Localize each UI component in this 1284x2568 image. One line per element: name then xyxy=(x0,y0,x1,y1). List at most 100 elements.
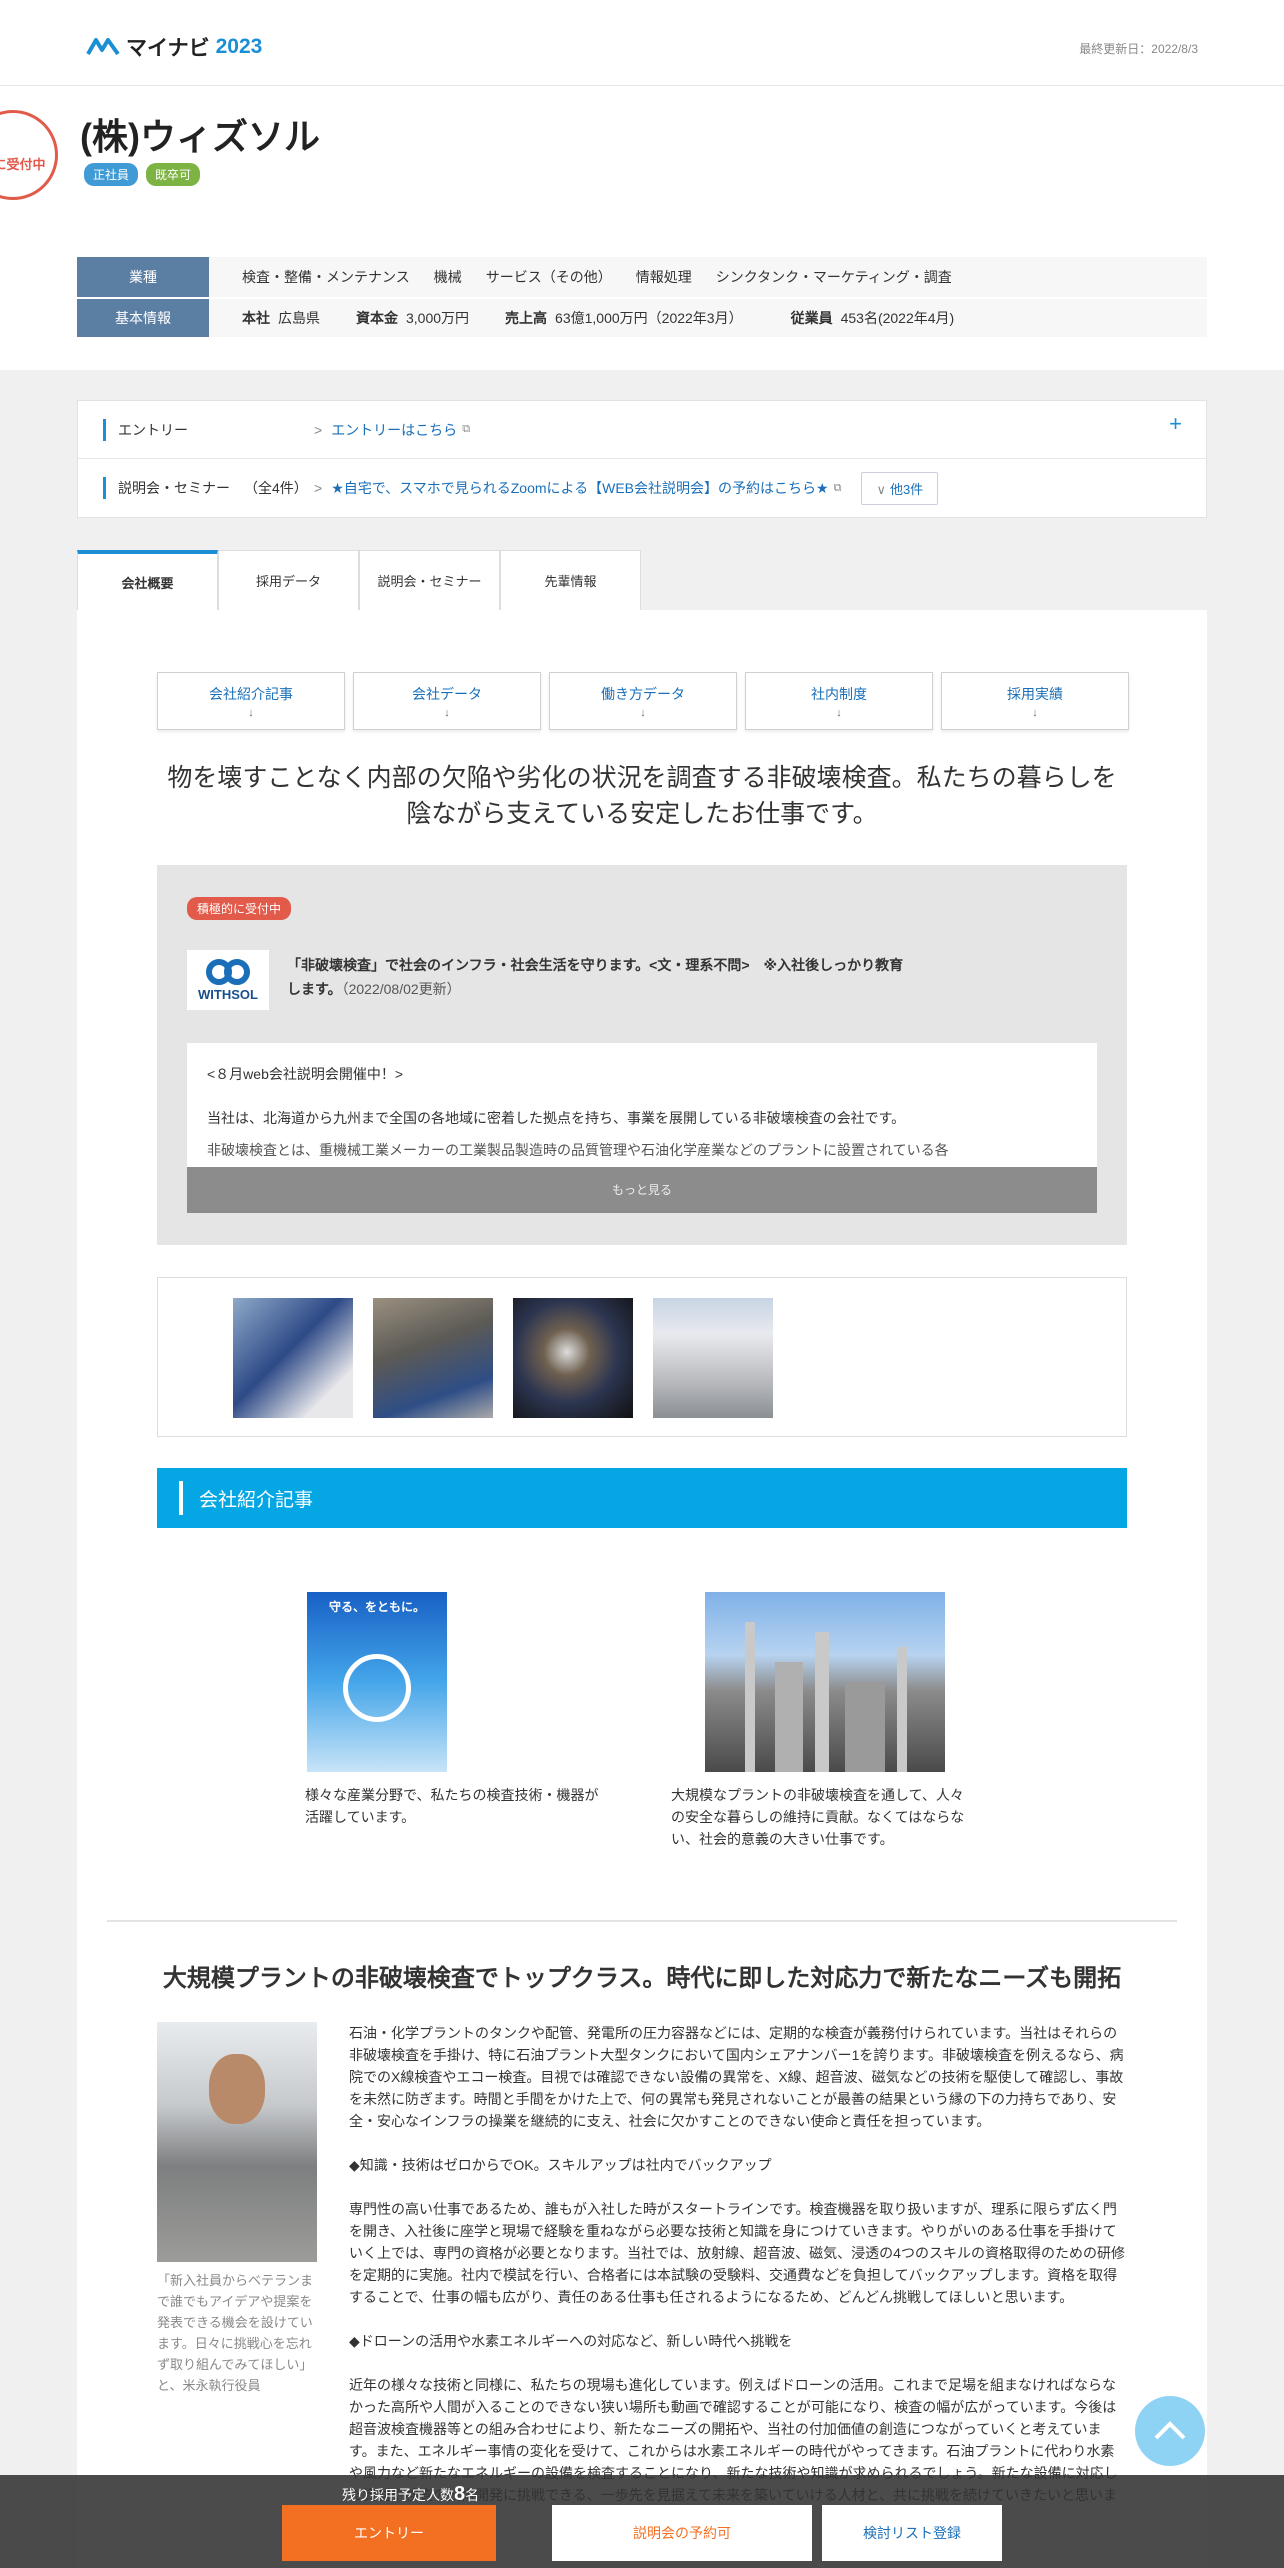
seminar-label-wrap: 説明会・セミナー （全4件） xyxy=(118,478,314,498)
seminar-reserve-button[interactable]: 説明会の予約可 xyxy=(552,2505,812,2561)
company-name: (株)ウィズソル xyxy=(80,116,320,157)
gallery-photo-building[interactable] xyxy=(653,1298,773,1418)
message-body: <８月web会社説明会開催中！> 当社は、北海道から九州まで全国の各地域に密着し… xyxy=(187,1043,1097,1213)
article-card: 大規模なプラントの非破壊検査を通して、人々の安全な暮らしの維持に貢献。なくてはな… xyxy=(671,1592,971,1850)
basic-info-values: 本社 広島県 資本金 3,000万円 売上高 63億1,000万円（2022年3月） … xyxy=(209,308,954,328)
tab-company-overview[interactable]: 会社概要 xyxy=(77,550,218,610)
industry-label: 業種 xyxy=(77,257,209,297)
capital-info: 資本金 3,000万円 xyxy=(356,308,469,328)
feature-paragraph: 石油・化学プラントのタンクや配管、発電所の圧力容器などには、定期的な検査が義務付… xyxy=(349,2025,1124,2129)
industry-row: 業種 検査・整備・メンテナンス 機械 サービス（その他） 情報処理 シンクタンク… xyxy=(77,257,1207,297)
gallery-photo-inspection[interactable] xyxy=(373,1298,493,1418)
seminar-label: 説明会・セミナー xyxy=(118,480,230,496)
read-more-button[interactable]: もっと見る xyxy=(187,1167,1097,1213)
row-accent-bar xyxy=(103,477,106,499)
plant-image xyxy=(705,1592,945,1772)
down-arrow-icon: ↓ xyxy=(640,706,646,719)
poster-ring xyxy=(343,1654,411,1722)
seal-text: 的に受付中 xyxy=(0,157,46,172)
others-button[interactable]: ∨ 他3件 xyxy=(861,471,939,505)
section-nav: 会社紹介記事 ↓ 会社データ ↓ 働き方データ ↓ 社内制度 ↓ 採用実績 ↓ xyxy=(157,672,1129,730)
add-to-list-button[interactable]: 検討リスト登録 xyxy=(822,2505,1002,2561)
mynavi-logo[interactable]: マイナビ 2023 xyxy=(86,32,262,62)
seminar-link[interactable]: ★自宅で、スマホで見られるZoomによる【WEB会社説明会】の予約はこちら★ xyxy=(314,478,828,498)
message-panel: 積極的に受付中 WITHSOL 「非破壊検査」で社会のインフラ・社会生活を守りま… xyxy=(157,865,1127,1245)
chevron-down-icon: ∨ xyxy=(876,481,886,497)
company-info-table: 業種 検査・整備・メンテナンス 機械 サービス（その他） 情報処理 シンクタンク… xyxy=(77,257,1207,337)
nav-label: 会社紹介記事 xyxy=(209,685,293,702)
seminar-count: （全4件） xyxy=(244,480,308,496)
feature-heading: 大規模プラントの非破壊検査でトップクラス。時代に即した対応力で新たなニーズも開拓 xyxy=(162,1965,1122,1992)
company-tags: 正社員 既卒可 xyxy=(84,163,201,186)
down-arrow-icon: ↓ xyxy=(1032,706,1038,719)
basic-info-label: 基本情報 xyxy=(77,299,209,337)
entry-link[interactable]: エントリーはこちら xyxy=(314,420,457,440)
message-paragraph: 当社は、北海道から九州まで全国の各地域に密着した拠点を持ち、事業を展開している非… xyxy=(207,1110,906,1126)
tab-recruit-data[interactable]: 採用データ xyxy=(218,550,359,610)
tag-fulltime: 正社員 xyxy=(84,163,139,186)
expand-plus-icon[interactable]: + xyxy=(1169,411,1182,437)
tag-graduates-ok: 既卒可 xyxy=(146,163,201,186)
remaining-hires: 残り採用予定人数8名 xyxy=(342,2483,479,2506)
entry-row: エントリー エントリーはこちら ⧉ xyxy=(78,401,1206,459)
capital-value: 3,000万円 xyxy=(406,310,470,326)
logo-text: マイナビ xyxy=(126,37,210,60)
entry-button[interactable]: エントリー xyxy=(282,2505,496,2561)
logo-year: 2023 xyxy=(215,35,263,58)
poster-image: 守る、をともに。 xyxy=(307,1592,447,1772)
down-arrow-icon: ↓ xyxy=(248,706,254,719)
hq-info: 本社 広島県 xyxy=(242,308,320,328)
executive-photo xyxy=(157,2022,317,2262)
person-head xyxy=(209,2054,265,2124)
entry-box: エントリー エントリーはこちら ⧉ 説明会・セミナー （全4件） ★自宅で、スマホ… xyxy=(77,400,1207,518)
message-paragraph: <８月web会社説明会開催中！> xyxy=(207,1066,404,1082)
capital-label: 資本金 xyxy=(356,310,398,326)
site-header: マイナビ 2023 最終更新日：2022/8/3 xyxy=(0,0,1284,86)
down-arrow-icon: ↓ xyxy=(444,706,450,719)
logo-mark-icon xyxy=(86,38,120,56)
photo-caption: 「新入社員からベテランまで誰でもアイデアや提案を発表できる機会を設けています。日… xyxy=(157,2273,314,2393)
divider xyxy=(107,1920,1177,1922)
hq-label: 本社 xyxy=(242,310,270,326)
nav-label: 社内制度 xyxy=(811,685,867,702)
scroll-to-top-button[interactable] xyxy=(1135,2396,1205,2466)
industry-item: シンクタンク・マーケティング・調査 xyxy=(715,269,952,285)
sales-value: 63億1,000万円（2022年3月） xyxy=(555,310,743,326)
nav-workstyle-data[interactable]: 働き方データ ↓ xyxy=(549,672,737,730)
withsol-logo: WITHSOL xyxy=(187,950,269,1010)
nav-internal-system[interactable]: 社内制度 ↓ xyxy=(745,672,933,730)
main-content: 会社紹介記事 ↓ 会社データ ↓ 働き方データ ↓ 社内制度 ↓ 採用実績 ↓ 物を壊すこ… xyxy=(77,610,1207,2568)
article-card: 守る、をともに。 様々な産業分野で、私たちの検査技術・機器が活躍しています。 xyxy=(305,1592,605,1828)
gallery-photo-meeting[interactable] xyxy=(233,1298,353,1418)
photo-gallery xyxy=(157,1277,1127,1437)
remaining-suffix: 名 xyxy=(465,2487,480,2503)
accepting-badge: 積極的に受付中 xyxy=(187,897,292,920)
nav-label: 会社データ xyxy=(412,685,482,702)
employees-info: 従業員 453名(2022年4月) xyxy=(791,308,955,328)
others-label: 他3件 xyxy=(889,481,924,497)
industry-item: サービス（その他） xyxy=(485,269,612,285)
last-updated: 最終更新日：2022/8/3 xyxy=(1079,42,1198,56)
message-title: 「非破壊検査」で社会のインフラ・社会生活を守ります。<文・理系不問> ※入社後し… xyxy=(287,953,917,1001)
tab-senior-info[interactable]: 先輩情報 xyxy=(500,550,641,610)
nav-company-article[interactable]: 会社紹介記事 ↓ xyxy=(157,672,345,730)
seminar-row: 説明会・セミナー （全4件） ★自宅で、スマホで見られるZoomによる【WEB会社… xyxy=(78,459,1206,517)
industry-item: 機械 xyxy=(433,269,462,285)
sales-info: 売上高 63億1,000万円（2022年3月） xyxy=(505,308,743,328)
industry-values: 検査・整備・メンテナンス 機械 サービス（その他） 情報処理 シンクタンク・マー… xyxy=(209,267,952,287)
entry-label: エントリー xyxy=(118,421,188,438)
article-caption: 様々な産業分野で、私たちの検査技術・機器が活躍しています。 xyxy=(305,1787,599,1825)
poster-text: 守る、をともに。 xyxy=(328,1600,425,1614)
page-top: マイナビ 2023 最終更新日：2022/8/3 的に受付中 (株)ウィズソル … xyxy=(0,0,1284,370)
gallery-photo-worker[interactable] xyxy=(513,1298,633,1418)
chevron-up-icon xyxy=(1154,2421,1186,2440)
nav-hiring-results[interactable]: 採用実績 ↓ xyxy=(941,672,1129,730)
bottom-action-bar: 残り採用予定人数8名 エントリー 説明会の予約可 検討リスト登録 xyxy=(0,2475,1284,2568)
external-link-icon: ⧉ xyxy=(462,423,471,435)
message-paragraph: 非破壊検査とは、重機械工業メーカーの工業製品製造時の品質管理や石油化学産業などの… xyxy=(207,1142,949,1158)
feature-subheading: ◆ドローンの活用や水素エネルギーへの対応など、新しい時代へ挑戦を xyxy=(349,2333,793,2349)
employees-value: 453名(2022年4月) xyxy=(840,310,955,326)
tab-seminars[interactable]: 説明会・セミナー xyxy=(359,550,500,610)
remaining-prefix: 残り採用予定人数 xyxy=(342,2487,454,2503)
nav-company-data[interactable]: 会社データ ↓ xyxy=(353,672,541,730)
